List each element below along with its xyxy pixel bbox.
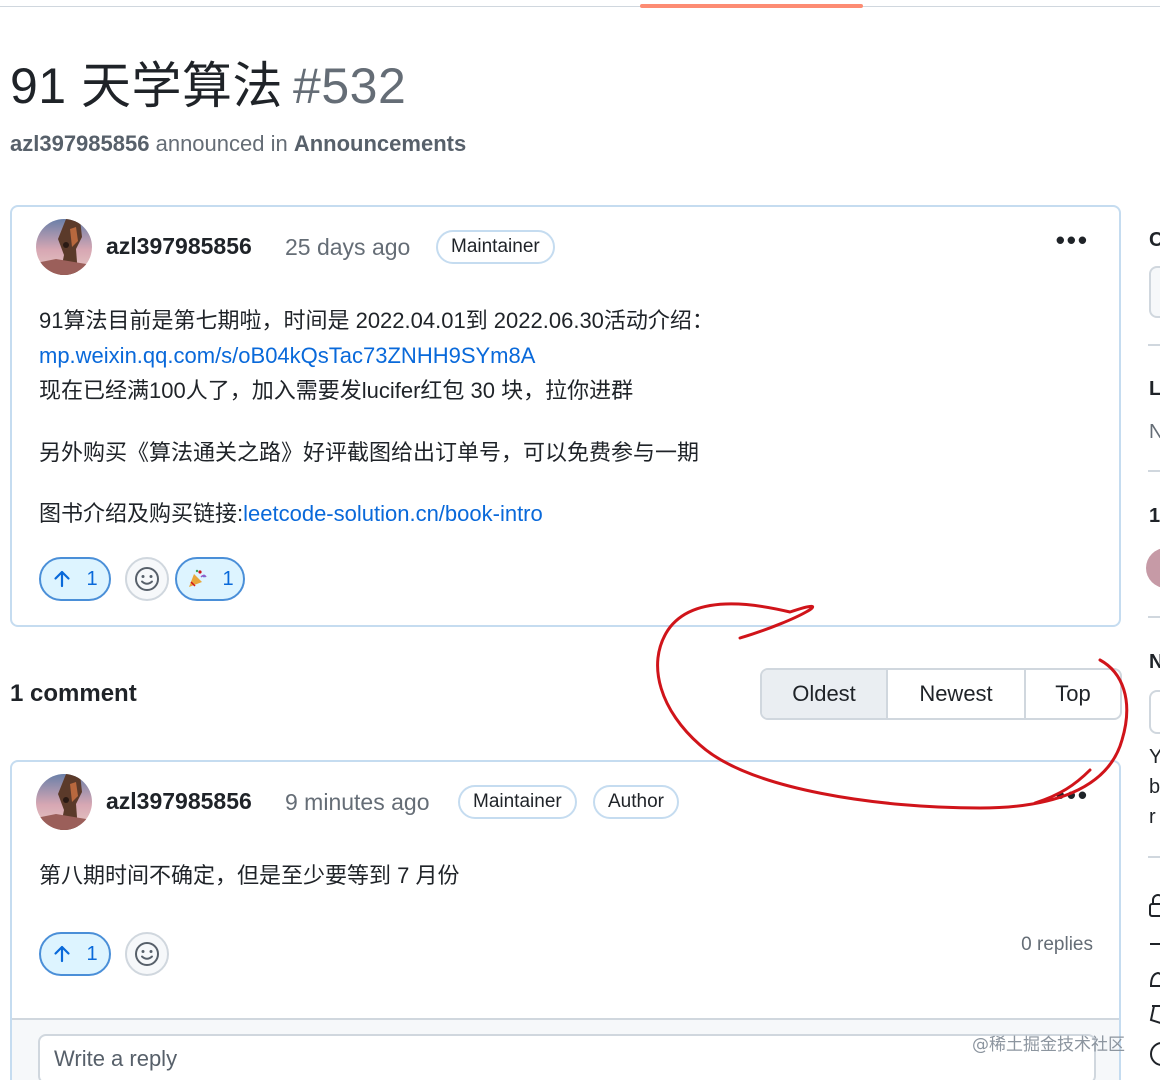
discussion-post: azl397985856 25 days ago Maintainer ••• … — [10, 205, 1121, 627]
smiley-icon — [135, 567, 159, 591]
post-body-line-2: 现在已经满100人了，加入需要发lucifer红包 30 块，拉你进群 — [39, 378, 634, 403]
arrow-up-icon — [54, 570, 71, 588]
discussion-author-link[interactable]: azl397985856 — [10, 131, 149, 156]
discussion-title-text: 91 天学算法 — [10, 58, 284, 114]
arrow-right-icon[interactable] — [1148, 934, 1160, 954]
pin-icon[interactable] — [1148, 1002, 1160, 1030]
post-link-weixin[interactable]: mp.weixin.qq.com/s/oB04kQsTac73ZNHH9SYm8… — [39, 338, 535, 373]
smiley-icon — [135, 942, 159, 966]
comment-card: azl397985856 9 minutes ago Maintainer Au… — [10, 760, 1121, 1080]
upvote-button[interactable]: 1 — [39, 557, 111, 601]
comment-time[interactable]: 9 minutes ago — [285, 789, 429, 816]
replies-count[interactable]: 0 replies — [1021, 934, 1093, 956]
comment-body: 第八期时间不确定，但是至少要等到 7 月份 — [39, 863, 460, 888]
sidebar-divider — [1148, 616, 1160, 618]
book-intro-label: 图书介绍及购买链接: — [39, 501, 244, 526]
sidebar-divider — [1148, 470, 1160, 472]
post-time[interactable]: 25 days ago — [285, 234, 410, 261]
upvote-count: 1 — [86, 567, 98, 590]
arrow-up-icon — [54, 945, 71, 963]
comment-author[interactable]: azl397985856 — [106, 788, 252, 815]
discussion-number: #532 — [293, 58, 407, 114]
discussion-title: 91 天学算法 #532 — [10, 46, 406, 118]
sort-top-button[interactable]: Top — [1026, 670, 1120, 718]
add-reaction-button[interactable] — [125, 557, 169, 601]
upvote-count: 1 — [86, 942, 98, 965]
book-intro-link[interactable]: leetcode-solution.cn/book-intro — [243, 501, 543, 526]
avatar-image — [36, 774, 92, 830]
category-link[interactable]: Announcements — [294, 131, 466, 156]
maintainer-badge: Maintainer — [436, 230, 555, 264]
add-reaction-button[interactable] — [125, 932, 169, 976]
avatar[interactable] — [36, 774, 92, 830]
sidebar-fragment: r — [1149, 806, 1156, 828]
right-sidebar: C L N 1 N Y b r — [1140, 0, 1160, 1080]
participant-avatar[interactable] — [1146, 548, 1160, 588]
sidebar-fragment: N — [1149, 651, 1160, 673]
post-body-line-4: 图书介绍及购买链接:leetcode-solution.cn/book-intr… — [39, 496, 543, 531]
sidebar-fragment: 1 — [1149, 505, 1160, 527]
watermark-text: @稀土掘金技术社区 — [972, 1035, 1125, 1055]
sidebar-fragment: b — [1149, 776, 1160, 798]
sidebar-fragment: Y — [1149, 746, 1160, 768]
tada-reaction-button[interactable]: 1 — [175, 557, 245, 601]
avatar[interactable] — [36, 219, 92, 275]
bell-icon[interactable] — [1148, 968, 1160, 992]
sort-oldest-button[interactable]: Oldest — [762, 670, 888, 718]
sidebar-button[interactable] — [1149, 690, 1160, 734]
reply-input[interactable] — [38, 1034, 1096, 1080]
upvote-button[interactable]: 1 — [39, 932, 111, 976]
post-body-line-1: 91算法目前是第七期啦，时间是 2022.04.01到 2022.06.30活动… — [39, 308, 714, 333]
circle-icon[interactable] — [1148, 1040, 1160, 1068]
sidebar-divider — [1148, 856, 1160, 858]
reply-area — [12, 1018, 1119, 1080]
avatar-image — [36, 219, 92, 275]
party-popper-icon — [189, 569, 208, 587]
sidebar-fragment: N — [1149, 421, 1160, 443]
active-tab-indicator — [640, 4, 863, 8]
maintainer-badge: Maintainer — [458, 785, 577, 819]
header-divider — [0, 6, 1160, 7]
sidebar-fragment: C — [1149, 229, 1160, 251]
post-author[interactable]: azl397985856 — [106, 233, 252, 260]
sidebar-button[interactable] — [1149, 266, 1160, 318]
post-body-line-3: 另外购买《算法通关之路》好评截图给出订单号，可以免费参与一期 — [39, 440, 700, 465]
announced-text: announced in — [155, 131, 288, 156]
more-options-icon[interactable]: ••• — [1056, 225, 1089, 256]
sort-newest-button[interactable]: Newest — [888, 670, 1026, 718]
sort-toggle: Oldest Newest Top — [760, 668, 1122, 720]
sidebar-divider — [1148, 344, 1160, 346]
tada-count: 1 — [222, 567, 234, 590]
discussion-subline: azl397985856 announced in Announcements — [10, 131, 466, 157]
lock-icon[interactable] — [1148, 892, 1160, 920]
comments-count: 1 comment — [10, 680, 137, 707]
sidebar-fragment: L — [1149, 378, 1160, 400]
author-badge: Author — [593, 785, 679, 819]
more-options-icon[interactable]: ••• — [1056, 780, 1089, 811]
